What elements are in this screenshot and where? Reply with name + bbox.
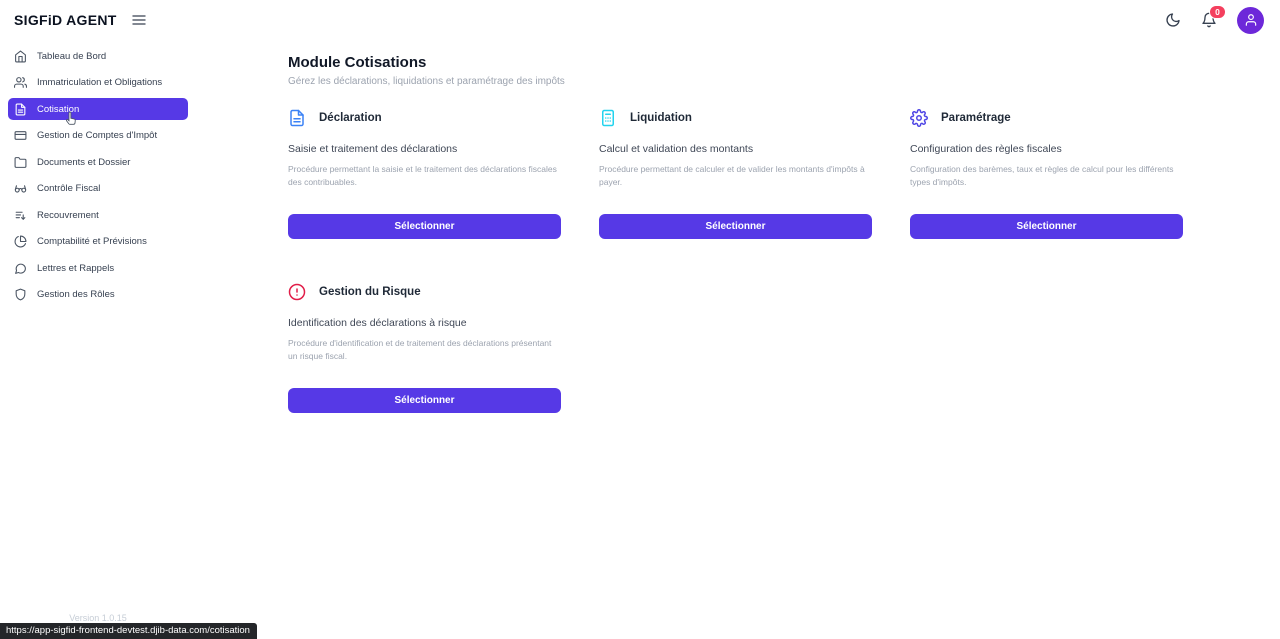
select-gestion-risque-button[interactable]: Sélectionner [288,388,561,413]
sidebar-item-cotisation[interactable]: Cotisation [8,98,188,120]
home-icon [14,50,27,63]
calculator-icon [599,109,617,127]
sidebar-item-label: Gestion de Comptes d'Impôt [37,130,157,141]
card-description: Configuration des barèmes, taux et règle… [910,163,1183,189]
notification-badge: 0 [1209,5,1226,19]
pie-chart-icon [14,235,27,248]
hamburger-menu-icon[interactable] [131,12,147,28]
sidebar-item-controle-fiscal[interactable]: Contrôle Fiscal [8,178,188,200]
card-parametrage: Paramétrage Configuration des règles fis… [910,109,1183,239]
folder-icon [14,156,27,169]
select-liquidation-button[interactable]: Sélectionner [599,214,872,239]
sidebar-item-recouvrement[interactable]: Recouvrement [8,204,188,226]
card-declaration: Déclaration Saisie et traitement des déc… [288,109,561,239]
main-content: Module Cotisations Gérez les déclaration… [288,40,1280,413]
credit-card-icon [14,129,27,142]
card-description: Procédure permettant la saisie et le tra… [288,163,561,189]
sidebar-item-immatriculation[interactable]: Immatriculation et Obligations [8,72,188,94]
page-title: Module Cotisations [288,54,1280,71]
sidebar-item-label: Lettres et Rappels [37,263,114,274]
card-title: Paramétrage [941,112,1011,124]
sidebar: Tableau de Bord Immatriculation et Oblig… [0,40,196,639]
card-subtitle: Saisie et traitement des déclarations [288,143,561,155]
glasses-icon [14,182,27,195]
sidebar-item-label: Cotisation [37,104,79,115]
card-subtitle: Calcul et validation des montants [599,143,872,155]
card-subtitle: Identification des déclarations à risque [288,317,561,329]
card-liquidation: Liquidation Calcul et validation des mon… [599,109,872,239]
sidebar-item-comptabilite-previsions[interactable]: Comptabilité et Prévisions [8,231,188,253]
card-description: Procédure d'identification et de traitem… [288,337,561,363]
sidebar-item-label: Gestion des Rôles [37,289,115,300]
users-icon [14,76,27,89]
card-description: Procédure permettant de calculer et de v… [599,163,872,189]
sidebar-item-gestion-roles[interactable]: Gestion des Rôles [8,284,188,306]
card-gestion-du-risque: Gestion du Risque Identification des déc… [288,283,561,413]
file-text-icon [288,109,306,127]
sidebar-item-gestion-comptes-impot[interactable]: Gestion de Comptes d'Impôt [8,125,188,147]
card-title: Gestion du Risque [319,286,421,298]
moon-icon[interactable] [1165,12,1181,28]
card-title: Liquidation [630,112,692,124]
module-cards: Déclaration Saisie et traitement des déc… [288,109,1280,413]
sidebar-item-label: Immatriculation et Obligations [37,77,162,88]
message-icon [14,262,27,275]
shield-icon [14,288,27,301]
select-declaration-button[interactable]: Sélectionner [288,214,561,239]
card-subtitle: Configuration des règles fiscales [910,143,1183,155]
gear-icon [910,109,928,127]
page-subtitle: Gérez les déclarations, liquidations et … [288,76,1280,87]
sidebar-item-lettres-rappels[interactable]: Lettres et Rappels [8,257,188,279]
sidebar-item-label: Recouvrement [37,210,99,221]
top-bar: SIGFiD AGENT 0 [0,0,1280,40]
sidebar-item-label: Contrôle Fiscal [37,183,100,194]
user-avatar[interactable] [1237,7,1264,34]
file-text-icon [14,103,27,116]
sidebar-item-tableau-de-bord[interactable]: Tableau de Bord [8,45,188,67]
alert-circle-icon [288,283,306,301]
select-parametrage-button[interactable]: Sélectionner [910,214,1183,239]
sidebar-item-label: Documents et Dossier [37,157,130,168]
app-logo: SIGFiD AGENT [14,12,117,28]
sidebar-item-documents-dossier[interactable]: Documents et Dossier [8,151,188,173]
card-title: Déclaration [319,112,382,124]
browser-status-url: https://app-sigfid-frontend-devtest.djib… [0,623,257,639]
app-version: Version 1.0.15 [0,613,196,623]
sidebar-item-label: Comptabilité et Prévisions [37,236,147,247]
sidebar-item-label: Tableau de Bord [37,51,106,62]
list-icon [14,209,27,222]
